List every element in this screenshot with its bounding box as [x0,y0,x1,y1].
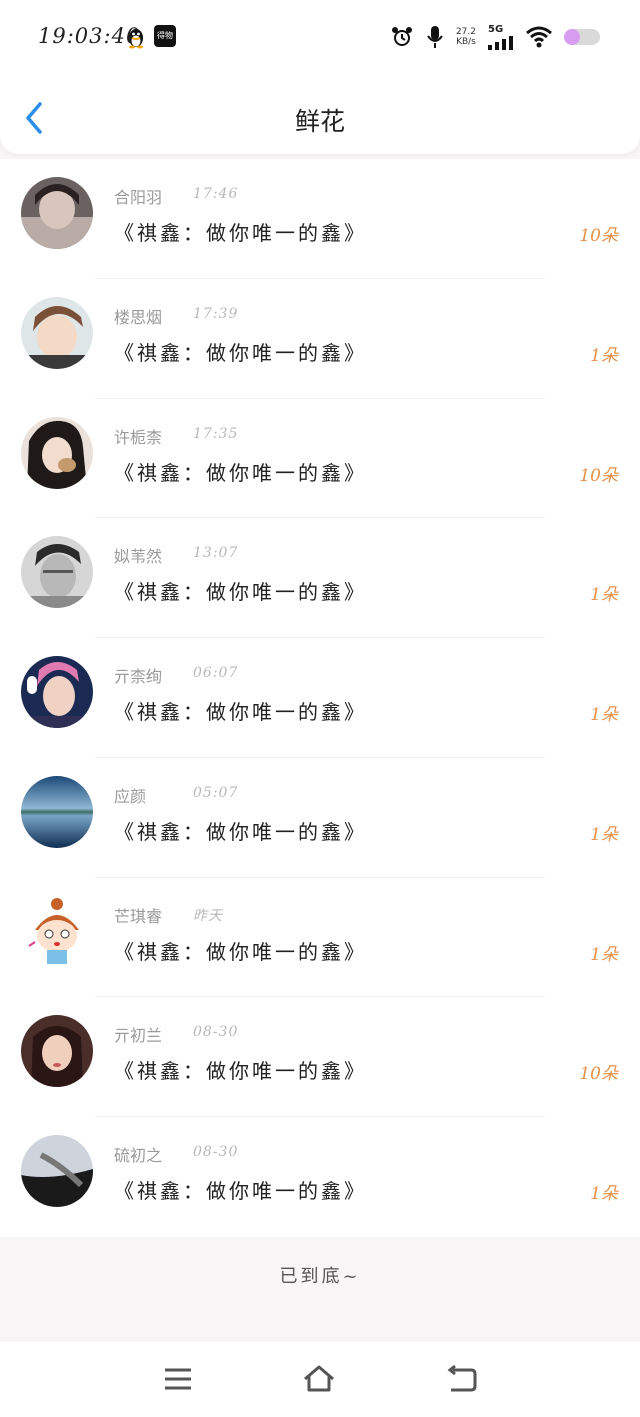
list-item[interactable]: 芒琪睿 昨天 《祺鑫：做你唯一的鑫》 1朵 [0,878,640,998]
sender-name: 许栀柰 [114,427,163,447]
sender-name: 芒琪睿 [114,906,163,926]
avatar-image [21,177,93,249]
sent-time: 17:39 [193,305,239,322]
dewu-app-icon: 得物 [154,25,176,47]
sent-time: 08-30 [193,1144,239,1160]
sender-name: 应颜 [114,786,147,806]
battery-indicator [564,29,600,45]
signal-group: 5G [488,24,514,50]
gift-message: 《祺鑫：做你唯一的鑫》 [114,460,367,485]
flower-count: 10朵 [579,465,618,486]
end-of-list-text: 已到底~ [279,1266,361,1287]
avatar-image [21,416,93,489]
avatar[interactable] [21,536,93,609]
signal-bars-icon [488,36,513,50]
flower-count: 1朵 [590,345,618,366]
avatar-image [21,895,93,968]
flower-count: 1朵 [590,824,618,845]
status-time: 19:03:40 [38,24,141,48]
flower-count: 10朵 [579,1064,618,1085]
home-icon[interactable] [302,1362,336,1396]
sent-time: 05:07 [193,784,239,801]
system-nav-bar [0,1342,640,1417]
sent-time: 17:35 [193,425,239,442]
flower-count: 1朵 [590,944,618,965]
avatar[interactable] [21,656,93,728]
list-item[interactable]: 亓初兰 08-30 《祺鑫：做你唯一的鑫》 10朵 [0,997,640,1117]
avatar[interactable] [21,296,93,369]
sent-time: 13:07 [193,545,239,562]
list-item[interactable]: 硫初之 08-30 《祺鑫：做你唯一的鑫》 1朵 [0,1117,640,1237]
back-arrow-icon[interactable] [445,1362,479,1396]
sender-name: 姒苇然 [114,547,163,567]
flower-count: 10朵 [579,226,618,246]
avatar[interactable] [21,416,93,489]
avatar-image [21,1015,93,1088]
list-item[interactable]: 合阳羽 17:46 《祺鑫：做你唯一的鑫》 10朵 [0,159,640,279]
gift-message: 《祺鑫：做你唯一的鑫》 [114,939,367,964]
sent-time: 昨天 [193,907,223,924]
network-speed-unit: KB/s [456,37,476,47]
gift-message: 《祺鑫：做你唯一的鑫》 [114,221,367,245]
flower-count: 1朵 [590,1184,618,1204]
gift-message: 《祺鑫：做你唯一的鑫》 [114,340,367,365]
sent-time: 17:46 [193,186,239,202]
network-speed-value: 27.2 [455,27,476,37]
dewu-app-label: 得物 [157,31,173,40]
gift-message: 《祺鑫：做你唯一的鑫》 [114,700,367,724]
avatar-image [21,536,93,609]
avatar-image [21,775,93,848]
list-item[interactable]: 姒苇然 13:07 《祺鑫：做你唯一的鑫》 1朵 [0,518,640,638]
sender-name: 亓柰绚 [114,667,163,686]
page-title: 鲜花 [294,107,345,136]
menu-icon[interactable] [161,1362,195,1396]
gift-message: 《祺鑫：做你唯一的鑫》 [114,580,367,605]
avatar-image [21,1135,93,1207]
list-item[interactable]: 应颜 05:07 《祺鑫：做你唯一的鑫》 1朵 [0,758,640,878]
network-type: 5G [488,24,504,35]
avatar[interactable] [21,775,93,848]
network-speed: 27.2 KB/s [456,27,476,47]
flower-count: 1朵 [590,585,618,606]
status-bar: 19:03:40 得物 27.2 KB/s 5G [0,0,640,78]
avatar[interactable] [21,895,93,968]
list-item[interactable]: 许栀柰 17:35 《祺鑫：做你唯一的鑫》 10朵 [0,399,640,519]
sender-name: 亓初兰 [114,1026,163,1046]
qq-penguin-icon [129,29,143,49]
sent-time: 08-30 [193,1024,239,1041]
gift-message: 《祺鑫：做你唯一的鑫》 [114,1059,367,1084]
list-item[interactable]: 亓柰绚 06:07 《祺鑫：做你唯一的鑫》 1朵 [0,638,640,758]
battery-fill [564,29,581,45]
sent-time: 06:07 [193,665,239,681]
page-header: 鲜花 [0,78,640,154]
wifi-icon [526,26,552,48]
avatar-image [21,296,93,369]
avatar[interactable] [21,177,93,249]
gift-message: 《祺鑫：做你唯一的鑫》 [114,1179,367,1203]
gift-message: 《祺鑫：做你唯一的鑫》 [114,819,367,844]
sender-name: 硫初之 [114,1146,163,1165]
flower-count: 1朵 [590,705,618,725]
sender-name: 合阳羽 [114,188,163,207]
sender-name: 楼思烟 [114,307,163,327]
flower-gift-list: 合阳羽 17:46 《祺鑫：做你唯一的鑫》 10朵 楼思烟 17:39 《祺鑫：… [0,159,640,1237]
list-item[interactable]: 楼思烟 17:39 《祺鑫：做你唯一的鑫》 1朵 [0,279,640,399]
avatar[interactable] [21,1015,93,1088]
microphone-icon [427,26,443,48]
avatar[interactable] [21,1135,93,1207]
alarm-icon [391,27,412,46]
avatar-image [21,656,93,728]
